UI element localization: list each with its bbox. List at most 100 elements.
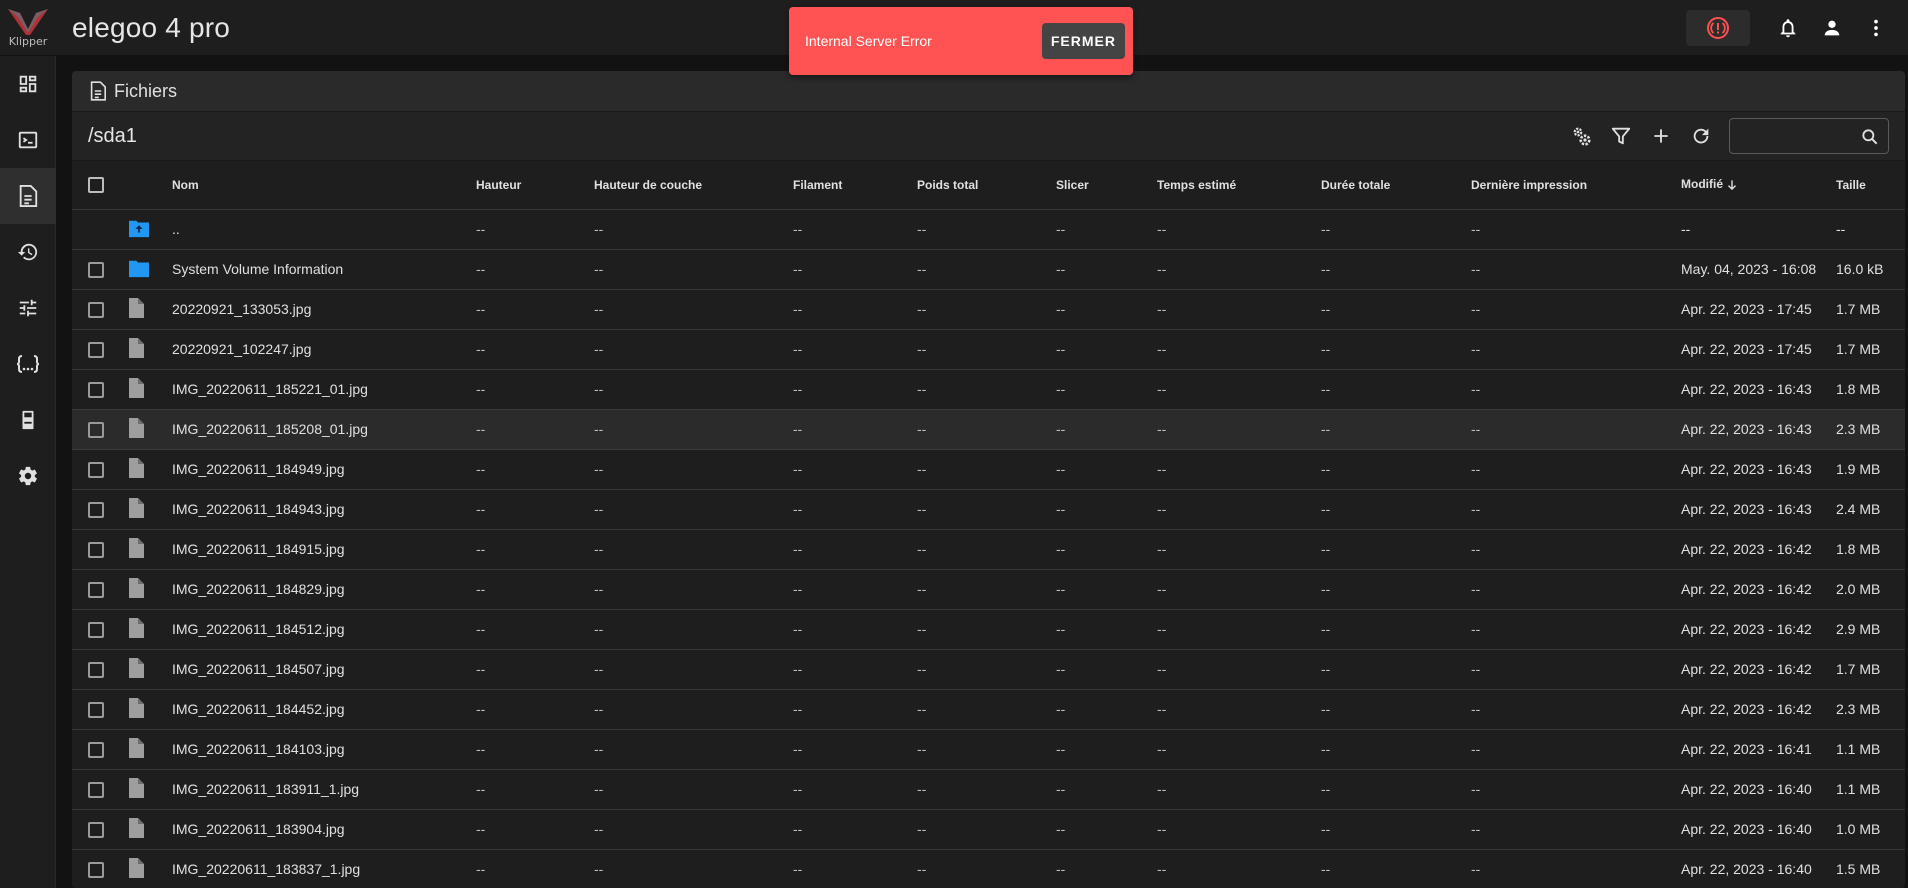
account-button[interactable] [1810, 6, 1854, 50]
header-total-weight[interactable]: Poids total [917, 161, 1056, 210]
row-estimated-time: -- [1157, 769, 1321, 810]
file-document-icon [90, 81, 106, 101]
file-toolbar: /sda1 [72, 112, 1905, 161]
nav-files[interactable] [0, 168, 56, 224]
nav-macros[interactable] [0, 336, 56, 392]
table-row[interactable]: IMG_20220611_184943.jpg -- -- -- -- -- -- -- -- A… [72, 489, 1905, 530]
search-field[interactable] [1729, 118, 1889, 154]
row-checkbox[interactable] [88, 541, 104, 558]
add-button[interactable] [1641, 118, 1681, 154]
table-row[interactable]: IMG_20220611_183837_1.jpg -- -- -- -- -- -- -- -… [72, 849, 1905, 888]
filter-button[interactable] [1601, 118, 1641, 154]
row-name[interactable]: IMG_20220611_183904.jpg [172, 809, 476, 850]
row-checkbox[interactable] [88, 301, 104, 318]
row-icon-cell [128, 489, 172, 530]
row-layer-height: -- [594, 289, 793, 330]
header-name[interactable]: Nom [172, 161, 476, 210]
header-height[interactable]: Hauteur [476, 161, 594, 210]
nav-console[interactable] [0, 112, 56, 168]
row-checkbox[interactable] [88, 461, 104, 478]
search-input[interactable] [1730, 119, 1850, 153]
header-last-print[interactable]: Dernière impression [1471, 161, 1681, 210]
row-checkbox[interactable] [88, 661, 104, 678]
row-size: 1.7 MB [1836, 329, 1905, 370]
header-estimated-time[interactable]: Temps estimé [1157, 161, 1321, 210]
table-row[interactable]: IMG_20220611_184512.jpg -- -- -- -- -- -- -- -- A… [72, 609, 1905, 650]
row-name[interactable]: IMG_20220611_185208_01.jpg [172, 409, 476, 450]
nav-machine[interactable] [0, 392, 56, 448]
nav-dashboard[interactable] [0, 56, 56, 112]
nav-settings[interactable] [0, 448, 56, 504]
row-modified: Apr. 22, 2023 - 16:41 [1681, 729, 1836, 770]
row-icon-cell [128, 329, 172, 370]
row-last-print: -- [1471, 769, 1681, 810]
header-slicer[interactable]: Slicer [1056, 161, 1157, 210]
header-filament[interactable]: Filament [793, 161, 917, 210]
row-name[interactable]: 20220921_133053.jpg [172, 289, 476, 330]
row-checkbox[interactable] [88, 581, 104, 598]
table-row[interactable]: IMG_20220611_184829.jpg -- -- -- -- -- -- -- -- A… [72, 569, 1905, 610]
row-total-duration: -- [1321, 809, 1471, 850]
row-checkbox[interactable] [88, 381, 104, 398]
row-checkbox[interactable] [88, 501, 104, 518]
row-name[interactable]: IMG_20220611_184512.jpg [172, 609, 476, 650]
row-name[interactable]: System Volume Information [172, 249, 476, 290]
row-checkbox[interactable] [88, 861, 104, 878]
table-row[interactable]: IMG_20220611_184949.jpg -- -- -- -- -- -- -- -- A… [72, 449, 1905, 490]
table-row[interactable]: 20220921_102247.jpg -- -- -- -- -- -- -- -- Apr. … [72, 329, 1905, 370]
row-layer-height: -- [594, 529, 793, 570]
emergency-stop-button[interactable] [1686, 10, 1750, 46]
row-checkbox[interactable] [88, 741, 104, 758]
row-checkbox[interactable] [88, 341, 104, 358]
row-name[interactable]: IMG_20220611_183837_1.jpg [172, 849, 476, 888]
error-snackbar: Internal Server Error FERMER [789, 7, 1133, 75]
row-filament: -- [793, 649, 917, 690]
row-checkbox[interactable] [88, 261, 104, 278]
refresh-button[interactable] [1681, 118, 1721, 154]
header-size[interactable]: Taille [1836, 161, 1905, 210]
table-row[interactable]: IMG_20220611_184103.jpg -- -- -- -- -- -- -- -- A… [72, 729, 1905, 770]
row-filament: -- [793, 489, 917, 530]
table-row[interactable]: IMG_20220611_183911_1.jpg -- -- -- -- -- -- -- -… [72, 769, 1905, 810]
notifications-button[interactable] [1766, 6, 1810, 50]
nav-tune[interactable] [0, 280, 56, 336]
row-name[interactable]: IMG_20220611_184829.jpg [172, 569, 476, 610]
table-row[interactable]: .. -- -- -- -- -- -- -- -- -- -- [72, 209, 1905, 250]
header-modified[interactable]: Modifié [1681, 161, 1836, 210]
row-checkbox[interactable] [88, 821, 104, 838]
row-checkbox[interactable] [88, 621, 104, 638]
table-row[interactable]: IMG_20220611_184507.jpg -- -- -- -- -- -- -- -- A… [72, 649, 1905, 690]
table-row[interactable]: IMG_20220611_184915.jpg -- -- -- -- -- -- -- -- A… [72, 529, 1905, 570]
row-name[interactable]: .. [172, 209, 476, 250]
select-all-checkbox[interactable] [88, 176, 104, 193]
more-menu-button[interactable] [1854, 6, 1898, 50]
row-name[interactable]: IMG_20220611_184507.jpg [172, 649, 476, 690]
row-name[interactable]: 20220921_102247.jpg [172, 329, 476, 370]
column-settings-button[interactable] [1561, 118, 1601, 154]
row-total-duration: -- [1321, 569, 1471, 610]
table-row[interactable]: IMG_20220611_185221_01.jpg -- -- -- -- -- -- --… [72, 369, 1905, 410]
klipper-logo[interactable]: Klipper [0, 0, 56, 56]
nav-history[interactable] [0, 224, 56, 280]
close-snackbar-button[interactable]: FERMER [1041, 23, 1125, 59]
header-total-duration[interactable]: Durée totale [1321, 161, 1471, 210]
row-name[interactable]: IMG_20220611_184452.jpg [172, 689, 476, 730]
table-row[interactable]: 20220921_133053.jpg -- -- -- -- -- -- -- -- Apr. … [72, 289, 1905, 330]
row-name[interactable]: IMG_20220611_184949.jpg [172, 449, 476, 490]
row-name[interactable]: IMG_20220611_184915.jpg [172, 529, 476, 570]
account-icon [1824, 20, 1840, 36]
header-layer-height[interactable]: Hauteur de couche [594, 161, 793, 210]
row-name[interactable]: IMG_20220611_183911_1.jpg [172, 769, 476, 810]
row-name[interactable]: IMG_20220611_185221_01.jpg [172, 369, 476, 410]
table-row[interactable]: IMG_20220611_185208_01.jpg -- -- -- -- -- -- --… [72, 409, 1905, 450]
row-last-print: -- [1471, 249, 1681, 290]
row-checkbox[interactable] [88, 781, 104, 798]
table-row[interactable]: IMG_20220611_183904.jpg -- -- -- -- -- -- -- -- A… [72, 809, 1905, 850]
table-row[interactable]: System Volume Information -- -- -- -- -- -- -- -… [72, 249, 1905, 290]
row-name[interactable]: IMG_20220611_184943.jpg [172, 489, 476, 530]
row-checkbox[interactable] [88, 421, 104, 438]
table-row[interactable]: IMG_20220611_184452.jpg -- -- -- -- -- -- -- -- A… [72, 689, 1905, 730]
row-checkbox[interactable] [88, 701, 104, 718]
row-name[interactable]: IMG_20220611_184103.jpg [172, 729, 476, 770]
row-select-cell [72, 569, 128, 610]
